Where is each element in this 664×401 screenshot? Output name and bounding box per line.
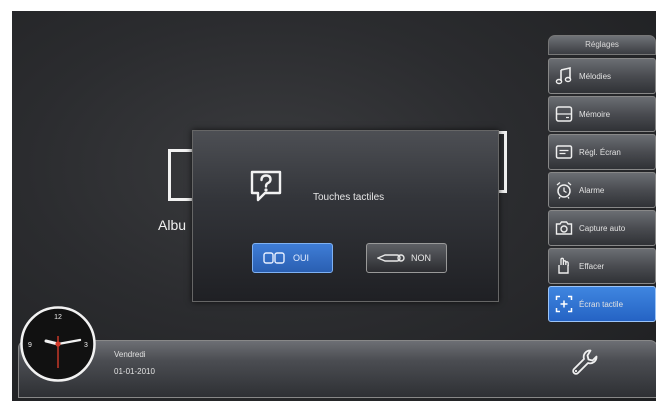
sidebar-item-ecran-tactile[interactable]: Écran tactile [548,286,656,322]
sidebar-item-label: Effacer [579,261,605,271]
clock-numeral-12: 12 [54,314,62,321]
sidebar-item-label: Régl. Écran [579,147,621,157]
dialog-title: Touches tactiles [313,192,385,203]
day-label: Vendredi [114,350,146,359]
settings-menu: Réglages Mélodies Mémoire Régl. Écran Al… [546,35,656,355]
date-label: 01-01-2010 [114,367,155,376]
screen-settings-icon [555,145,573,159]
sidebar-item-regl-ecran[interactable]: Régl. Écran [548,134,656,170]
sidebar-item-melodies[interactable]: Mélodies [548,58,656,94]
sidebar-item-effacer[interactable]: Effacer [548,248,656,284]
yes-button[interactable]: OUI [252,243,333,273]
sidebar-item-label: Mémoire [579,109,611,119]
clock-numeral-3: 3 [84,342,88,349]
memory-card-icon [555,106,573,122]
touch-on-icon [263,252,285,264]
alarm-clock-icon [556,182,572,199]
sidebar-item-label: Alarme [579,185,605,195]
touch-off-icon [377,254,405,262]
sidebar-item-label: Écran tactile [579,299,624,309]
album-label: Albu [158,217,187,233]
sidebar-item-label: Mélodies [579,71,612,81]
wrench-icon[interactable] [570,347,600,377]
yes-button-label: OUI [293,253,310,263]
sidebar-item-capture-auto[interactable]: Capture auto [548,210,656,246]
no-button[interactable]: NON [366,243,447,273]
music-note-icon [555,67,572,85]
question-bubble-icon [250,170,282,202]
sidebar-item-alarme[interactable]: Alarme [548,172,656,208]
device-screen: Albu Touches tactiles OUI NON Réglages M… [0,0,664,401]
trash-hand-icon [558,257,569,274]
no-button-label: NON [411,253,431,263]
settings-menu-header: Réglages [548,35,656,55]
analog-clock: 12 3 9 [20,306,96,382]
sidebar-item-memoire[interactable]: Mémoire [548,96,656,132]
camera-icon [555,221,573,235]
sidebar-item-label: Capture auto [579,223,626,233]
touch-settings-dialog: Touches tactiles OUI NON [192,130,499,302]
clock-numeral-9: 9 [28,342,32,349]
main-display: Albu Touches tactiles OUI NON Réglages M… [12,11,656,401]
touch-screen-icon [555,295,573,313]
